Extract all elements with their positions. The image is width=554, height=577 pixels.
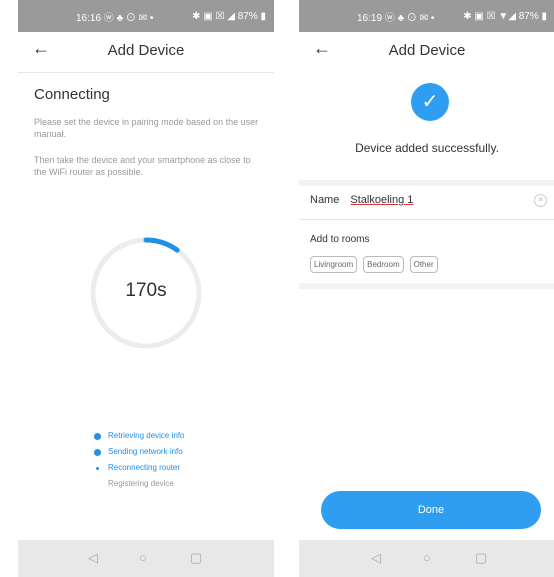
- success-screen: 16:19 ⓦ ♣ ⊙ ✉ • ✱ ▣ ☒ ▼◢ 87% ▮ ← Add Dev…: [299, 0, 554, 577]
- done-button[interactable]: Done: [321, 491, 541, 529]
- top-bar: ← Add Device: [299, 32, 554, 72]
- status-time: 16:19 ⓦ ♣ ⊙ ✉ •: [357, 12, 435, 24]
- status-bar: 16:19 ⓦ ♣ ⊙ ✉ • ✱ ▣ ☒ ▼◢ 87% ▮: [299, 0, 554, 32]
- success-message: Device added successfully.: [355, 141, 499, 155]
- room-chip-bedroom[interactable]: Bedroom: [363, 256, 404, 273]
- top-bar: ← Add Device: [18, 32, 274, 72]
- step-item: Retrieving device info: [94, 428, 184, 444]
- nav-back-icon[interactable]: ◁: [88, 550, 98, 566]
- step-pending-icon: [94, 481, 101, 488]
- nav-recents-icon[interactable]: ▢: [475, 550, 487, 566]
- step-item: Sending network info: [94, 444, 184, 460]
- page-title: Add Device: [388, 42, 466, 59]
- step-label: Registering device: [108, 479, 174, 488]
- status-icons: ✱ ▣ ☒ ◢ 87% ▮: [192, 10, 266, 22]
- nav-home-icon[interactable]: ○: [423, 550, 431, 565]
- divider: [18, 72, 274, 73]
- room-chip-other[interactable]: Other: [409, 256, 438, 273]
- rooms-label: Add to rooms: [310, 234, 370, 245]
- room-chip-livingroom[interactable]: Livingroom: [310, 256, 358, 273]
- divider: [299, 219, 554, 220]
- device-name-field[interactable]: Stalkoeling 1: [350, 194, 413, 206]
- nav-home-icon[interactable]: ○: [139, 550, 147, 565]
- clear-icon[interactable]: ✕: [534, 194, 547, 207]
- step-label: Retrieving device info: [108, 431, 185, 440]
- status-bar: 16:16 ⓦ ♣ ⊙ ✉ • ✱ ▣ ☒ ◢ 87% ▮: [18, 0, 274, 32]
- step-label: Sending network info: [108, 447, 183, 456]
- nav-back-icon[interactable]: ◁: [371, 550, 381, 566]
- step-label: Reconnecting router: [108, 463, 181, 472]
- step-item: Reconnecting router: [94, 460, 184, 476]
- step-done-icon: [94, 432, 101, 440]
- connecting-heading: Connecting: [34, 86, 110, 103]
- name-label: Name: [310, 194, 340, 206]
- pairing-steps: Retrieving device info Sending network i…: [94, 428, 184, 492]
- instruction-text: Please set the device in pairing mode ba…: [34, 117, 259, 139]
- system-nav-bar: ◁ ○ ▢: [299, 540, 554, 577]
- status-icons: ✱ ▣ ☒ ▼◢ 87% ▮: [463, 10, 547, 22]
- step-item: Registering device: [94, 476, 184, 492]
- status-time: 16:16 ⓦ ♣ ⊙ ✉ •: [76, 12, 154, 24]
- countdown-timer: 170s: [125, 280, 167, 301]
- room-chips: Livingroom Bedroom Other: [310, 256, 444, 273]
- page-title: Add Device: [107, 42, 185, 59]
- step-done-icon: [94, 448, 101, 456]
- step-active-icon: [96, 466, 99, 470]
- check-icon: ✓: [411, 83, 449, 121]
- device-name-row[interactable]: Name Stalkoeling 1 ✕: [310, 194, 547, 212]
- connecting-screen: 16:16 ⓦ ♣ ⊙ ✉ • ✱ ▣ ☒ ◢ 87% ▮ ← Add Devi…: [18, 0, 274, 577]
- system-nav-bar: ◁ ○ ▢: [18, 540, 274, 577]
- instruction-text: Then take the device and your smartphone…: [34, 155, 251, 177]
- section-divider: [299, 283, 554, 289]
- section-divider: [299, 180, 554, 186]
- nav-recents-icon[interactable]: ▢: [190, 550, 202, 566]
